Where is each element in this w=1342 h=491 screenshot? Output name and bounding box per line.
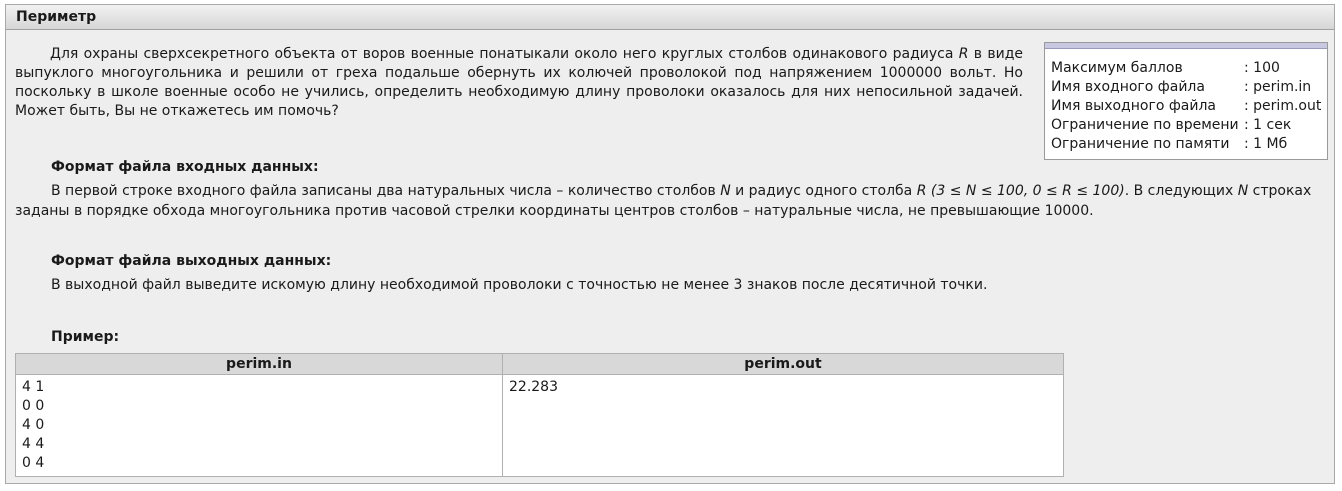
problem-statement: Для охраны сверхсекретного объекта от во…: [15, 45, 1023, 121]
example-input-content: 4 1 0 0 4 0 4 4 0 4: [22, 379, 45, 471]
limit-label: Имя входного файла: [1051, 79, 1205, 95]
example-input-header: perim.in: [15, 353, 503, 375]
input-var-n: N: [1237, 183, 1249, 199]
output-format-text: В выходной файл выведите искомую длину н…: [51, 277, 988, 293]
input-format-title: Формат файла входных данных:: [51, 159, 319, 175]
input-text-2: и радиус одного столба: [730, 183, 917, 199]
statement-text-1: Для охраны сверхсекретного объекта от во…: [50, 46, 959, 62]
limit-row: Ограничение по времени : 1 сек: [1051, 116, 1321, 135]
limit-label: Ограничение по времени: [1051, 117, 1239, 133]
limit-value: : perim.in: [1244, 79, 1312, 95]
limit-label: Максимум баллов: [1051, 60, 1183, 76]
limit-value: : 1 Мб: [1244, 136, 1288, 152]
input-format-text: В первой строке входного файла записаны …: [15, 181, 1330, 221]
output-format-title: Формат файла выходных данных:: [51, 253, 332, 269]
example-output-content: 22.283: [509, 379, 558, 395]
example-input-cell: 4 1 0 0 4 0 4 4 0 4: [15, 374, 503, 477]
limit-value: : perim.out: [1244, 98, 1322, 114]
limit-row: Имя выходного файла : perim.out: [1051, 97, 1321, 116]
limit-row: Ограничение по памяти : 1 Мб: [1051, 135, 1321, 154]
example-output-cell: 22.283: [502, 374, 1064, 477]
example-table: perim.in perim.out 4 1 0 0 4 0 4 4 0 4 2…: [15, 353, 1064, 477]
example-title: Пример:: [51, 329, 120, 345]
limit-row: Максимум баллов : 100: [1051, 59, 1321, 78]
limits-box-topbar: [1045, 43, 1327, 49]
input-constraints: (3 ≤ N ≤ 100, 0 ≤ R ≤ 100): [926, 183, 1125, 199]
limit-value: : 1 сек: [1244, 117, 1292, 133]
limits-box: Максимум баллов : 100 Имя входного файла:…: [1044, 42, 1328, 160]
input-text-3: . В следующих: [1124, 183, 1238, 199]
limit-label: Ограничение по памяти: [1051, 136, 1230, 152]
panel-title: Периметр: [6, 5, 1334, 30]
input-text-1: В первой строке входного файла записаны …: [51, 183, 721, 199]
problem-panel: Периметр Для охраны сверхсекретного объе…: [5, 4, 1335, 484]
input-var-n: N: [720, 183, 731, 199]
limit-label: Имя выходного файла: [1051, 98, 1217, 114]
problem-content: Для охраны сверхсекретного объекта от во…: [15, 37, 1330, 477]
limit-value: : 100: [1244, 60, 1280, 76]
input-var-r: R: [916, 183, 927, 199]
example-output-header: perim.out: [502, 353, 1064, 375]
limit-row: Имя входного файла : perim.in: [1051, 78, 1321, 97]
limits-table: Максимум баллов : 100 Имя входного файла:…: [1051, 59, 1321, 154]
